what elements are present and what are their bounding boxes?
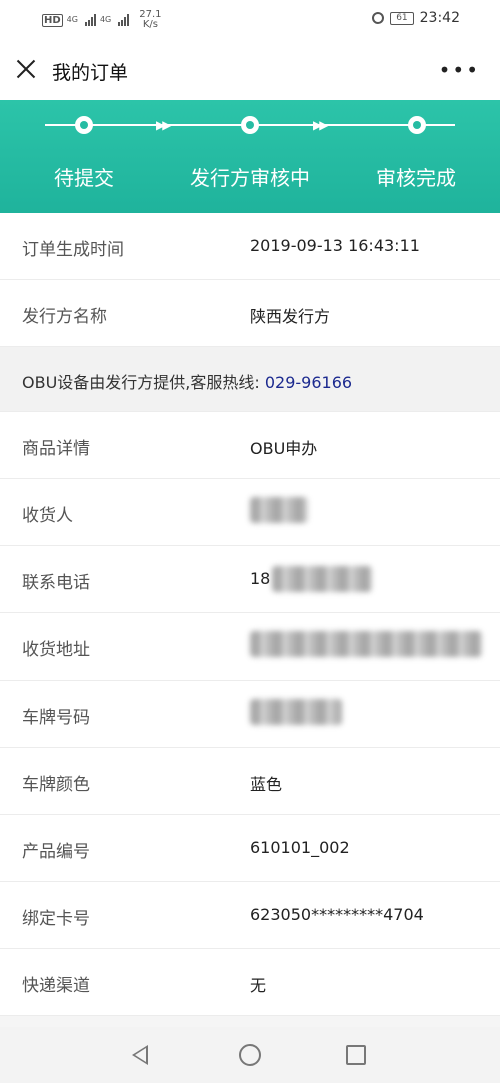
product-no-value: 610101_002	[250, 838, 350, 857]
step-label-done: 审核完成	[376, 166, 456, 190]
network-speed: 27.1 K/s	[139, 10, 161, 30]
signal-icon	[84, 14, 96, 26]
status-left: HD 4G 4G 27.1 K/s	[42, 10, 162, 30]
alarm-icon	[372, 12, 385, 24]
delivery-label: 快递渠道	[22, 976, 90, 996]
step-dot-2	[241, 116, 259, 134]
plate-color-value: 蓝色	[250, 775, 283, 794]
back-triangle-icon[interactable]	[132, 1045, 148, 1065]
notice-text-wrap: OBU设备由发行方提供,客服热线: 029-96166	[22, 369, 352, 393]
battery-icon: 61	[390, 11, 414, 25]
step-label-submit: 待提交	[54, 166, 114, 190]
order-progress: ▶▶ ▶▶ 待提交 发行方审核中 审核完成	[0, 100, 500, 213]
row-product-no: 产品编号 610101_002	[0, 815, 500, 882]
contact-label: 联系电话	[22, 573, 90, 593]
receiver-value-blurred	[250, 497, 308, 523]
notice-text: OBU设备由发行方提供,客服热线:	[22, 373, 265, 392]
network-label-2: 4G	[99, 15, 112, 24]
row-plate-color: 车牌颜色 蓝色	[0, 748, 500, 815]
step-label-reviewing: 发行方审核中	[190, 166, 310, 190]
step-dot-1	[75, 116, 93, 134]
page-title: 我的订单	[52, 62, 129, 84]
plate-value-blurred	[250, 699, 342, 725]
step-dot-3	[408, 116, 426, 134]
product-label: 商品详情	[22, 439, 90, 459]
status-bar: HD 4G 4G 27.1 K/s 61 23:42	[0, 0, 500, 38]
hd-badge: HD	[42, 13, 63, 27]
plate-label: 车牌号码	[22, 708, 90, 728]
row-order-time: 订单生成时间 2019-09-13 16:43:11	[0, 213, 500, 280]
recent-square-icon[interactable]	[346, 1045, 366, 1065]
row-receiver: 收货人	[0, 479, 500, 546]
hotline-number[interactable]: 029-96166	[265, 373, 352, 392]
issuer-label: 发行方名称	[22, 307, 107, 327]
delivery-value: 无	[250, 976, 267, 995]
row-delivery: 快递渠道 无	[0, 949, 500, 1016]
system-nav-bar	[0, 1027, 500, 1083]
order-time-label: 订单生成时间	[22, 240, 124, 260]
title-bar: 我的订单 •••	[0, 38, 500, 100]
row-card-no: 绑定卡号 623050*********4704	[0, 882, 500, 949]
product-value: OBU申办	[250, 439, 318, 458]
plate-color-label: 车牌颜色	[22, 775, 90, 795]
more-icon[interactable]: •••	[439, 60, 480, 80]
row-product: 商品详情 OBU申办	[0, 412, 500, 479]
contact-value-blurred	[272, 566, 372, 592]
card-no-label: 绑定卡号	[22, 909, 90, 929]
home-circle-icon[interactable]	[239, 1044, 261, 1066]
address-label: 收货地址	[22, 640, 90, 660]
speed-unit: K/s	[142, 19, 158, 30]
step-arrow-icon-2: ▶▶	[313, 118, 329, 132]
status-time: 23:42	[419, 10, 460, 26]
step-arrow-icon-1: ▶▶	[156, 118, 172, 132]
row-contact: 联系电话 18	[0, 546, 500, 613]
receiver-label: 收货人	[22, 506, 73, 526]
row-address: 收货地址	[0, 613, 500, 681]
status-right: 61 23:42	[372, 10, 460, 26]
product-no-label: 产品编号	[22, 842, 90, 862]
signal-icon-2	[118, 14, 130, 26]
order-detail-list: 订单生成时间 2019-09-13 16:43:11 发行方名称 陕西发行方 O…	[0, 213, 500, 1016]
order-time-value: 2019-09-13 16:43:11	[250, 236, 420, 255]
issuer-notice: OBU设备由发行方提供,客服热线: 029-96166	[0, 347, 500, 412]
close-icon[interactable]	[12, 55, 40, 83]
address-value-blurred	[250, 631, 482, 657]
issuer-value: 陕西发行方	[250, 307, 331, 326]
contact-value-prefix: 18	[250, 569, 271, 588]
row-plate: 车牌号码	[0, 681, 500, 748]
row-issuer: 发行方名称 陕西发行方	[0, 280, 500, 347]
card-no-value: 623050*********4704	[250, 905, 424, 924]
network-label-1: 4G	[66, 15, 78, 24]
